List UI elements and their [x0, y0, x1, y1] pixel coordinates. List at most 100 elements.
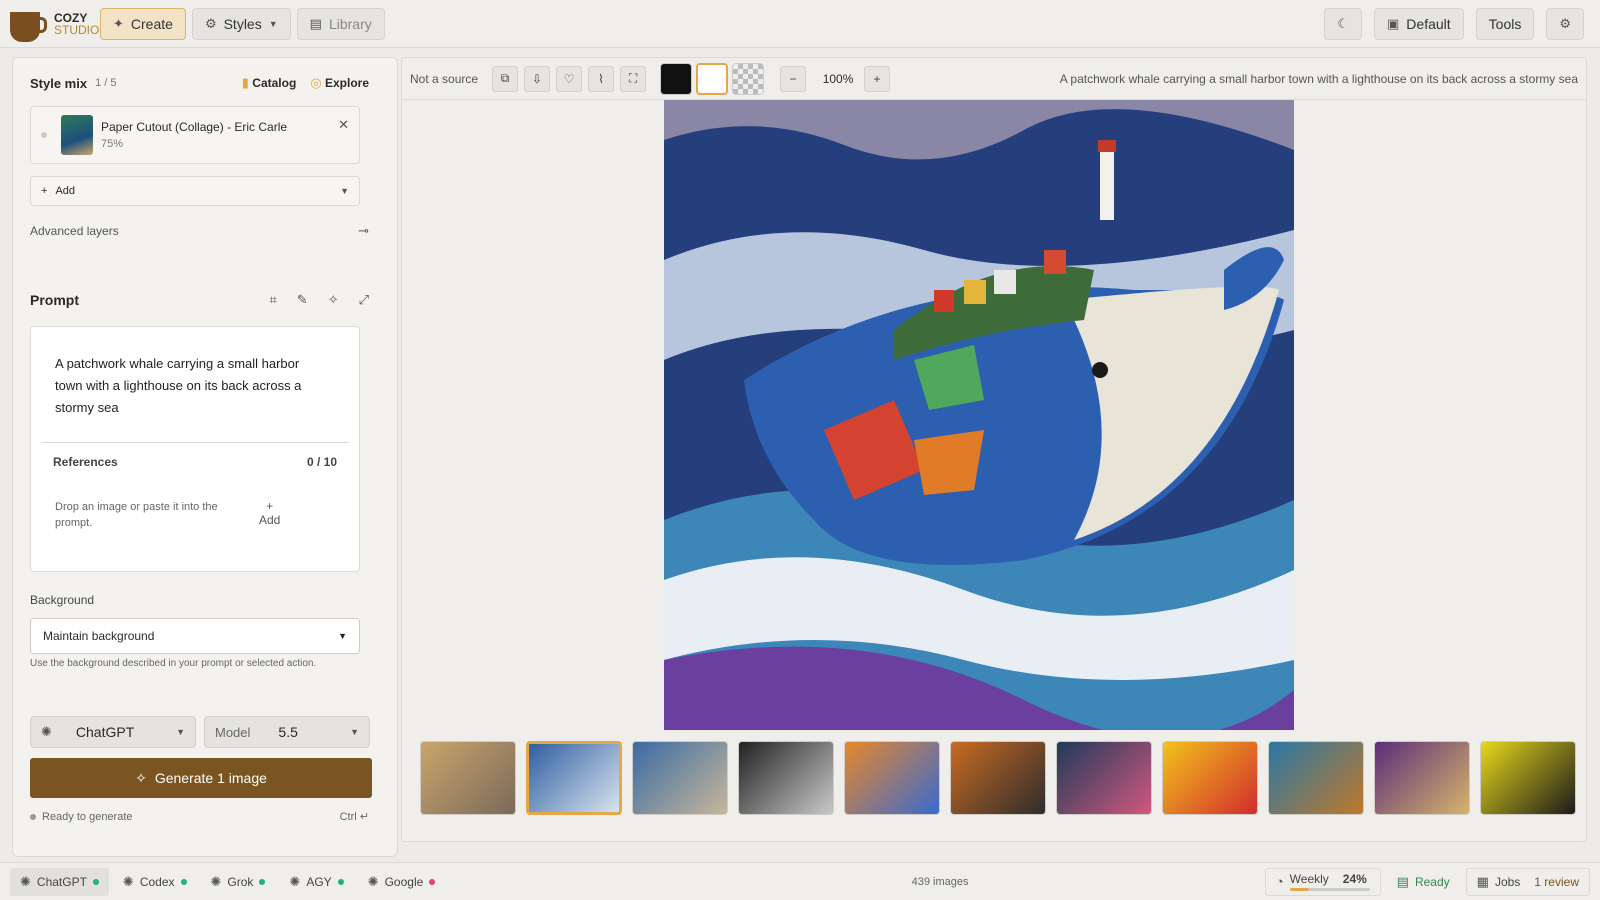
expand-icon[interactable]: ⤢ [359, 292, 369, 308]
chevron-down-icon: ▼ [350, 727, 359, 737]
style-mix-title: Style mix [30, 75, 88, 91]
server-icon: ▤ [1396, 873, 1409, 889]
advanced-layers-label: Advanced layers [30, 224, 119, 238]
fullscreen-icon[interactable]: ⛶ [620, 65, 647, 92]
black-swatch[interactable] [660, 62, 693, 95]
thumb-3[interactable] [632, 741, 728, 815]
provider-google[interactable]: ✺ Google [358, 868, 446, 896]
add-style-label: Add [55, 185, 76, 197]
generate-button[interactable]: ✧ Generate 1 image [30, 758, 372, 798]
status-dot [337, 878, 344, 885]
theme-toggle-button[interactable]: ☾ [1324, 7, 1362, 40]
thumb-4[interactable] [738, 741, 834, 815]
background-select[interactable]: Maintain background ▼ [30, 618, 360, 654]
prompt-box[interactable]: A patchwork whale carrying a small harbo… [30, 326, 360, 572]
status-bar: ✺ ChatGPT ✺ Codex ✺ Grok ✺ AGY ✺ Google 439 image… [0, 862, 1600, 900]
copy-icon[interactable]: ⧉ [492, 65, 519, 92]
review-count: 1 review [1534, 874, 1579, 889]
add-reference-button[interactable]: + Add [259, 499, 280, 527]
heart-icon[interactable]: ♡ [556, 65, 583, 92]
explore-button[interactable]: ◎ Explore [310, 75, 369, 91]
catalog-button[interactable]: ▮ Catalog [242, 75, 297, 91]
magic-wand-icon[interactable]: ✧ [328, 292, 339, 308]
provider-agy[interactable]: ✺ AGY [279, 868, 353, 896]
provider-label: Codex [139, 874, 175, 889]
create-tab-label: Create [130, 15, 173, 32]
jobs-icon: ▦ [1476, 873, 1489, 889]
scan-icon[interactable]: ⌗ [269, 292, 276, 308]
provider-label: ChatGPT [36, 874, 87, 889]
style-item-name: Paper Cutout (Collage) - Eric Carle [101, 120, 288, 134]
style-thumbnail [61, 115, 93, 155]
settings-button[interactable]: ⚙ [1546, 7, 1584, 40]
provider-dropdown[interactable]: ✺ ChatGPT ▼ [30, 716, 196, 748]
provider-grok[interactable]: ✺ Grok [201, 868, 276, 896]
weekly-progress [1289, 888, 1309, 891]
coffee-cup-icon [10, 11, 47, 42]
background-label: Background [30, 593, 95, 607]
drop-hint: Drop an image or paste it into the promp… [55, 501, 218, 529]
styles-tab[interactable]: ⚙ Styles ▼ [191, 7, 291, 40]
pencil-icon[interactable]: ✎ [297, 292, 308, 308]
references-label: References [53, 455, 118, 469]
generation-options: ✺ ChatGPT ▼ Model 5.5 ▼ [30, 716, 372, 750]
gauge-icon: ◔ [1275, 874, 1284, 889]
background-hint: Use the background described in your pro… [30, 658, 317, 669]
drag-handle-icon[interactable] [41, 132, 47, 138]
transparent-swatch[interactable] [732, 62, 765, 95]
source-label[interactable]: Not a source [410, 72, 478, 86]
chevron-down-icon: ▼ [340, 186, 349, 196]
advanced-layers-row[interactable]: Advanced layers ⊸ [30, 223, 369, 239]
create-tab[interactable]: ✦ Create [100, 7, 186, 40]
preset-button[interactable]: ▣ Default [1374, 7, 1464, 40]
provider-codex[interactable]: ✺ Codex [113, 868, 197, 896]
shortcut-hint: Ctrl ↵ [339, 811, 369, 823]
thumb-5[interactable] [844, 741, 940, 815]
plus-icon: + [266, 499, 274, 513]
pin-icon[interactable]: ⊸ [358, 223, 369, 239]
references-count: 0 / 10 [306, 455, 337, 469]
provider-label: AGY [306, 874, 332, 889]
add-style-dropdown[interactable]: + Add ▼ [30, 176, 360, 206]
white-swatch[interactable] [696, 62, 729, 95]
model-dropdown[interactable]: Model 5.5 ▼ [204, 716, 370, 748]
logo-line2: STUDIO [54, 22, 100, 37]
generate-status: Ready to generate [42, 810, 133, 823]
thumb-10[interactable] [1374, 741, 1470, 815]
zoom-out-icon[interactable]: − [780, 65, 807, 92]
moon-icon: ☾ [1337, 15, 1349, 31]
library-tab[interactable]: ▤ Library [296, 7, 385, 40]
tools-label: Tools [1488, 15, 1522, 32]
thumb-2[interactable] [526, 741, 622, 815]
style-mix-header: Style mix 1 / 5 ▮ Catalog ◎ Explore [30, 75, 369, 91]
thumb-9[interactable] [1268, 741, 1364, 815]
status-dot [180, 878, 187, 885]
status-dot [92, 878, 99, 885]
logo-line1: COZY [54, 10, 88, 25]
thumb-6[interactable] [950, 741, 1046, 815]
preset-label: Default [1406, 15, 1451, 32]
thumb-1[interactable] [420, 741, 516, 815]
tools-button[interactable]: Tools [1475, 7, 1535, 40]
canvas-toolbar: Not a source ⧉ ⇩ ♡ ⌇ ⛶ − 100% + A patchw… [402, 58, 1586, 100]
ready-indicator[interactable]: ▤ Ready [1387, 868, 1460, 896]
paperclip-icon[interactable]: ⌇ [588, 65, 615, 92]
thumb-11[interactable] [1480, 741, 1576, 815]
jobs-button[interactable]: ▦ Jobs 1 review [1465, 867, 1590, 896]
generated-image[interactable] [664, 100, 1294, 730]
weekly-usage[interactable]: ◔ Weekly 24% [1264, 867, 1381, 896]
catalog-label: Catalog [252, 76, 297, 90]
thumb-8[interactable] [1162, 741, 1258, 815]
compass-icon: ◎ [310, 75, 322, 90]
provider-chatgpt[interactable]: ✺ ChatGPT [10, 867, 109, 896]
style-item[interactable]: Paper Cutout (Collage) - Eric Carle 75% … [30, 106, 360, 164]
zoom-in-icon[interactable]: + [864, 65, 891, 92]
provider-icon: ✺ [210, 873, 222, 889]
jobs-label: Jobs [1494, 874, 1521, 889]
remove-style-icon[interactable]: ✕ [338, 117, 349, 133]
chatgpt-icon: ✺ [41, 724, 52, 739]
prompt-textarea[interactable]: A patchwork whale carrying a small harbo… [55, 353, 325, 419]
download-icon[interactable]: ⇩ [524, 65, 551, 92]
prompt-header: Prompt ⌗ ✎ ✧ ⤢ [30, 292, 369, 308]
thumb-7[interactable] [1056, 741, 1152, 815]
